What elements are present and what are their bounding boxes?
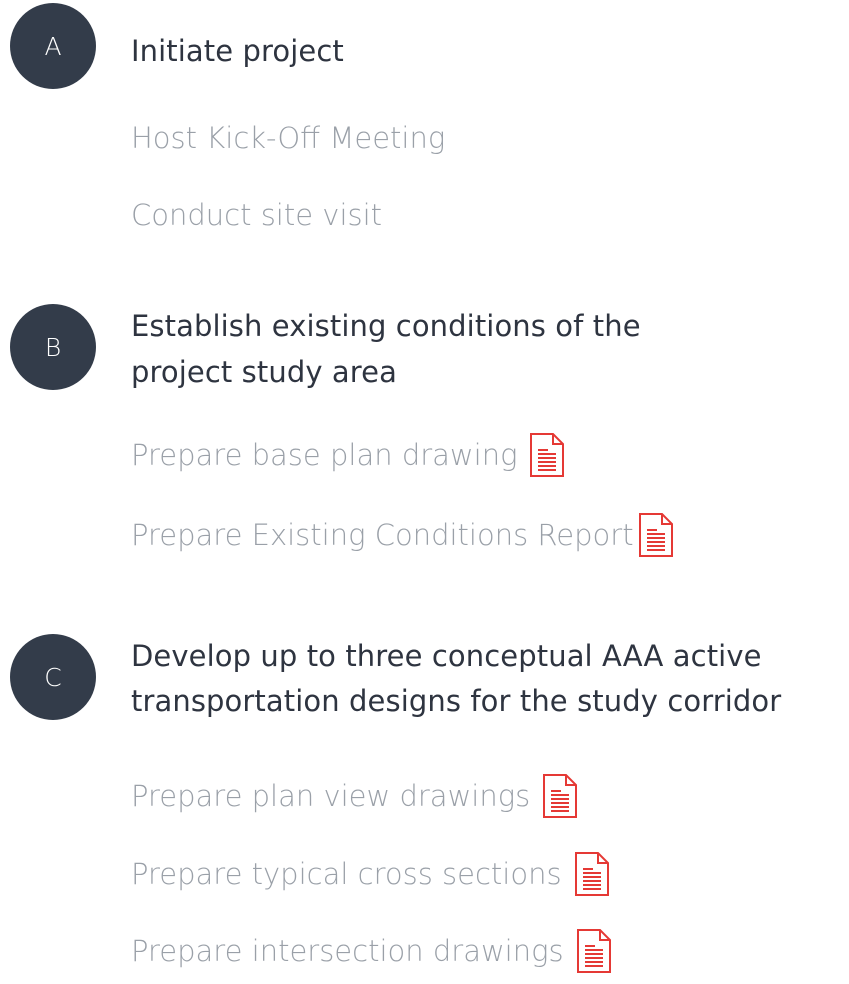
task-label: Prepare intersection drawings <box>131 934 564 968</box>
section-c-badge: C <box>10 634 96 720</box>
document-icon[interactable] <box>576 928 612 974</box>
task-label: Prepare typical cross sections <box>131 857 562 891</box>
task-base-plan[interactable]: Prepare base plan drawing <box>131 432 565 478</box>
section-c-title-line-2: transportation designs for the study cor… <box>131 684 782 718</box>
task-label: Prepare plan view drawings <box>131 779 531 813</box>
section-a-badge: A <box>10 3 96 89</box>
task-existing-conditions-report[interactable]: Prepare Existing Conditions Report <box>131 512 674 558</box>
task-label: Prepare base plan drawing <box>131 438 518 472</box>
document-icon[interactable] <box>542 773 578 819</box>
task-site-visit[interactable]: Conduct site visit <box>131 195 382 235</box>
document-icon[interactable] <box>529 432 565 478</box>
task-host-kickoff[interactable]: Host Kick-Off Meeting <box>131 118 445 158</box>
task-plan-view-drawings[interactable]: Prepare plan view drawings <box>131 773 578 819</box>
task-label: Host Kick-Off Meeting <box>131 121 446 155</box>
task-label: Prepare Existing Conditions Report <box>131 518 634 552</box>
section-b-badge: B <box>10 304 96 390</box>
document-icon[interactable] <box>638 512 674 558</box>
task-typical-cross-sections[interactable]: Prepare typical cross sections <box>131 851 610 897</box>
section-b-title-line-2: project study area <box>131 355 397 389</box>
task-intersection-drawings[interactable]: Prepare intersection drawings <box>131 928 612 974</box>
task-label: Conduct site visit <box>131 198 383 232</box>
section-b-title-line-1: Establish existing conditions of the <box>131 309 641 343</box>
document-icon[interactable] <box>574 851 610 897</box>
section-c-title-line-1: Develop up to three conceptual AAA activ… <box>131 639 762 673</box>
section-a-title: Initiate project <box>131 34 344 68</box>
